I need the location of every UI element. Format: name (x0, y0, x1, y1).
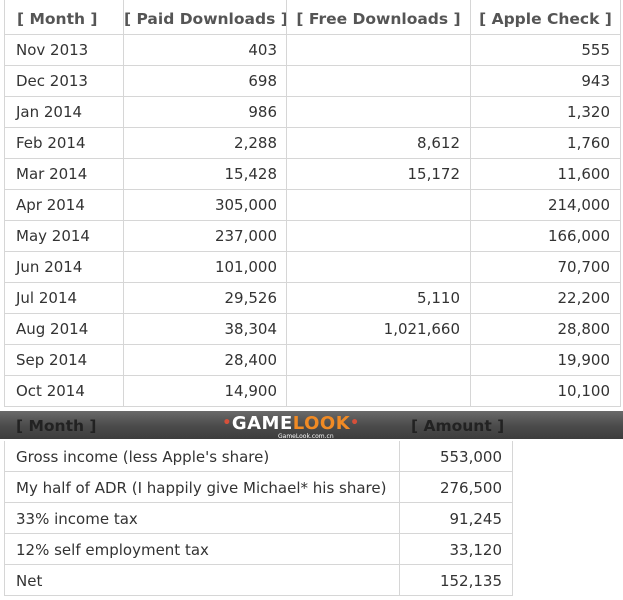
month-cell: Sep 2014 (4, 345, 124, 376)
month-cell: Jul 2014 (4, 283, 124, 314)
month-cell: May 2014 (4, 221, 124, 252)
apple-check-cell: 22,200 (471, 283, 621, 314)
paid-downloads-cell: 305,000 (124, 190, 287, 221)
month-cell: Apr 2014 (4, 190, 124, 221)
gamelook-watermark-logo: •GAMELOOK• GameLook.com.cn (218, 413, 364, 440)
apple-check-cell: 19,900 (471, 345, 621, 376)
month-cell: Jan 2014 (4, 97, 124, 128)
free-downloads-cell (287, 190, 471, 221)
month-cell: Dec 2013 (4, 66, 124, 97)
apple-check-cell: 555 (471, 35, 621, 66)
table-row: Sep 2014 28,400 19,900 (0, 345, 623, 376)
apple-check-cell: 28,800 (471, 314, 621, 345)
table-row: 12% self employment tax 33,120 (4, 534, 513, 565)
paid-downloads-cell: 986 (124, 97, 287, 128)
paid-downloads-cell: 29,526 (124, 283, 287, 314)
downloads-table: [ Month ] [ Paid Downloads ] [ Free Down… (0, 0, 623, 407)
table-row: Net 152,135 (4, 565, 513, 596)
table-row: Jul 2014 29,526 5,110 22,200 (0, 283, 623, 314)
table-row: Feb 2014 2,288 8,612 1,760 (0, 128, 623, 159)
header-apple-check: [ Apple Check ] (471, 0, 621, 35)
month-cell: Oct 2014 (4, 376, 124, 407)
apple-check-cell: 10,100 (471, 376, 621, 407)
paid-downloads-cell: 14,900 (124, 376, 287, 407)
apple-check-cell: 943 (471, 66, 621, 97)
paid-downloads-cell: 403 (124, 35, 287, 66)
apple-check-cell: 70,700 (471, 252, 621, 283)
table-row: Oct 2014 14,900 10,100 (0, 376, 623, 407)
table-row: Nov 2013 403 555 (0, 35, 623, 66)
free-downloads-cell (287, 252, 471, 283)
logo-look-text: LOOK (292, 413, 351, 434)
logo-dot-icon: • (350, 415, 360, 431)
income-amount-cell: 276,500 (400, 472, 513, 503)
table-row: Jun 2014 101,000 70,700 (0, 252, 623, 283)
apple-check-cell: 166,000 (471, 221, 621, 252)
free-downloads-cell: 8,612 (287, 128, 471, 159)
month-cell: Feb 2014 (4, 128, 124, 159)
table-row: Dec 2013 698 943 (0, 66, 623, 97)
month-cell: Nov 2013 (4, 35, 124, 66)
free-downloads-cell (287, 97, 471, 128)
free-downloads-cell (287, 221, 471, 252)
income-label-cell: Net (4, 565, 400, 596)
paid-downloads-cell: 237,000 (124, 221, 287, 252)
apple-check-cell: 11,600 (471, 159, 621, 190)
header-amount: [ Amount ] (411, 417, 505, 435)
free-downloads-cell (287, 345, 471, 376)
free-downloads-cell (287, 376, 471, 407)
income-label-cell: My half of ADR (I happily give Michael* … (4, 472, 400, 503)
table-row: My half of ADR (I happily give Michael* … (4, 472, 513, 503)
apple-check-cell: 1,320 (471, 97, 621, 128)
table-row: Jan 2014 986 1,320 (0, 97, 623, 128)
apple-check-cell: 1,760 (471, 128, 621, 159)
logo-game-text: GAME (231, 413, 293, 434)
table-row: May 2014 237,000 166,000 (0, 221, 623, 252)
table-row: 33% income tax 91,245 (4, 503, 513, 534)
month-cell: Mar 2014 (4, 159, 124, 190)
paid-downloads-cell: 28,400 (124, 345, 287, 376)
header-month: [ Month ] (4, 0, 124, 35)
logo-dot-icon: • (222, 415, 232, 431)
header-free-downloads: [ Free Downloads ] (287, 0, 471, 35)
income-table: Gross income (less Apple's share) 553,000… (4, 441, 513, 596)
header-paid-downloads: [ Paid Downloads ] (124, 0, 287, 35)
income-amount-cell: 553,000 (400, 441, 513, 472)
paid-downloads-cell: 38,304 (124, 314, 287, 345)
income-label-cell: 12% self employment tax (4, 534, 400, 565)
income-amount-cell: 33,120 (400, 534, 513, 565)
table-row: Aug 2014 38,304 1,021,660 28,800 (0, 314, 623, 345)
free-downloads-cell (287, 66, 471, 97)
free-downloads-cell (287, 35, 471, 66)
paid-downloads-cell: 2,288 (124, 128, 287, 159)
logo-url-text: GameLook.com.cn (278, 433, 334, 440)
free-downloads-cell: 1,021,660 (287, 314, 471, 345)
free-downloads-cell: 15,172 (287, 159, 471, 190)
downloads-table-header: [ Month ] [ Paid Downloads ] [ Free Down… (0, 0, 623, 35)
table-row: Mar 2014 15,428 15,172 11,600 (0, 159, 623, 190)
free-downloads-cell: 5,110 (287, 283, 471, 314)
income-label-cell: 33% income tax (4, 503, 400, 534)
income-amount-cell: 152,135 (400, 565, 513, 596)
table-row: Gross income (less Apple's share) 553,000 (4, 441, 513, 472)
income-label-cell: Gross income (less Apple's share) (4, 441, 400, 472)
paid-downloads-cell: 698 (124, 66, 287, 97)
table-row: Apr 2014 305,000 214,000 (0, 190, 623, 221)
paid-downloads-cell: 15,428 (124, 159, 287, 190)
header-month: [ Month ] (16, 417, 97, 435)
paid-downloads-cell: 101,000 (124, 252, 287, 283)
income-amount-cell: 91,245 (400, 503, 513, 534)
month-cell: Jun 2014 (4, 252, 124, 283)
month-cell: Aug 2014 (4, 314, 124, 345)
apple-check-cell: 214,000 (471, 190, 621, 221)
